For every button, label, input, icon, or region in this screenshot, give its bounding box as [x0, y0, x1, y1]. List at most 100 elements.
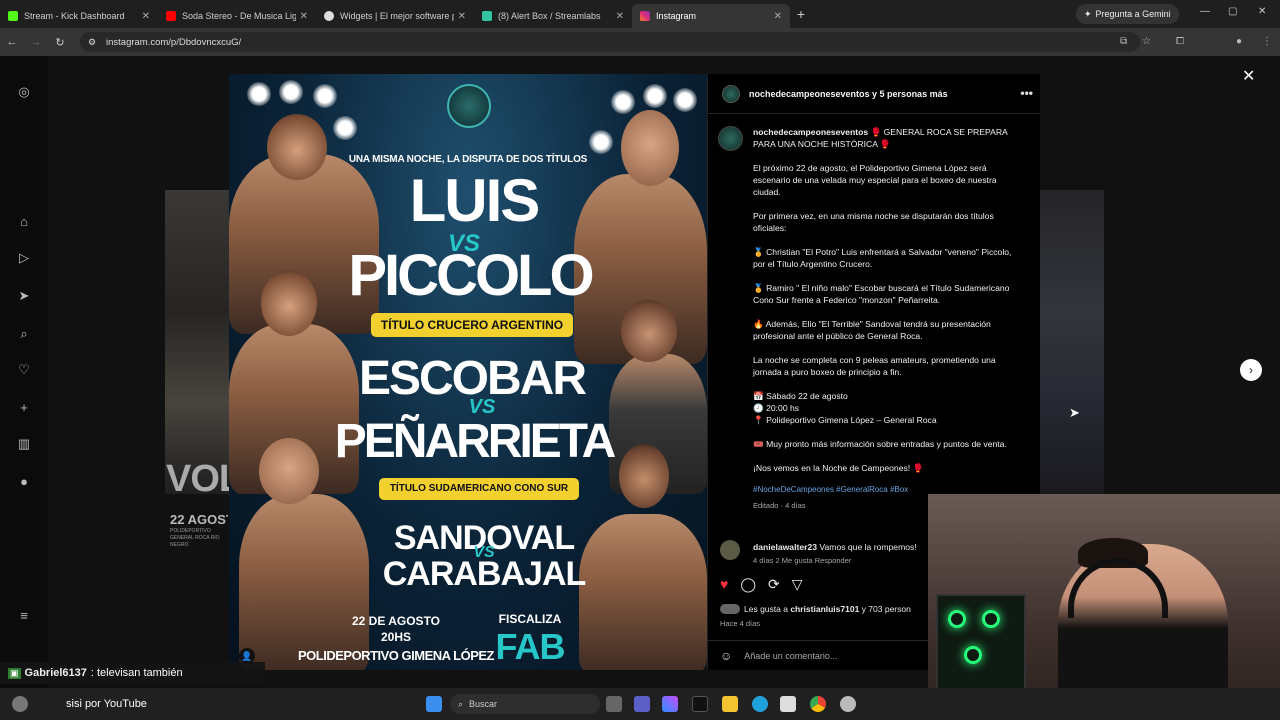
event-logo: [447, 84, 491, 128]
file-explorer-icon[interactable]: [722, 696, 738, 712]
menu-dots-icon[interactable]: ⋮: [1262, 36, 1272, 47]
tab-instagram[interactable]: Instagram ✕: [632, 4, 790, 28]
site-info-icon: ⚙: [88, 36, 97, 47]
instagram-logo-icon[interactable]: ◎: [16, 84, 32, 100]
repost-icon[interactable]: ⟳: [768, 576, 780, 593]
caption-time: 🕗 20:00 hs: [753, 403, 800, 413]
home-icon[interactable]: ⌂: [16, 214, 32, 230]
poster-fighter-carabajal: CARABAJAL: [382, 555, 587, 593]
tiktok-icon[interactable]: [692, 696, 708, 712]
background-post-image-right: [1040, 190, 1104, 494]
profile-icon[interactable]: ●: [16, 474, 32, 490]
caption-p6: La noche se completa con 9 peleas amateu…: [753, 355, 996, 377]
taskbar-search[interactable]: ⌕ Buscar: [450, 694, 600, 714]
window-close-icon[interactable]: ✕: [1258, 6, 1266, 17]
chrome-icon[interactable]: [810, 696, 826, 712]
tab-widgets[interactable]: Widgets | El mejor software pa ✕: [316, 4, 474, 28]
comment-icon[interactable]: ◯: [740, 576, 756, 593]
new-tab-button[interactable]: +: [790, 6, 812, 22]
search-icon[interactable]: ⌕: [16, 326, 32, 342]
stream-chat-message: ▣ Gabriel6137: televisan también: [0, 662, 265, 684]
mouse-cursor: ➤: [1069, 405, 1080, 420]
url-input[interactable]: ⚙ instagram.com/p/DbdovncxcuG/: [80, 32, 1140, 52]
tab-streamlabs[interactable]: (8) Alert Box / Streamlabs ✕: [474, 4, 632, 28]
poster-fiscaliza: FISCALIZA: [498, 612, 562, 626]
weather-icon[interactable]: [12, 696, 28, 712]
tab-youtube[interactable]: Soda Stereo - De Musica Ligera✕: [158, 4, 316, 28]
back-icon[interactable]: ←: [0, 36, 24, 48]
teams-icon[interactable]: [634, 696, 650, 712]
poster-fighter-luis: LUIS: [409, 167, 541, 234]
extensions-icon[interactable]: ⧠: [1176, 36, 1184, 47]
app-icon[interactable]: [840, 696, 856, 712]
caption-author[interactable]: nochedecampeoneseventos: [753, 127, 868, 137]
comment-meta[interactable]: 4 días 2 Me gusta Responder: [753, 556, 953, 565]
streamlabs-icon: [482, 11, 492, 21]
emoji-icon[interactable]: ☺: [720, 649, 732, 663]
caption-p3: 🏅 Christian "El Potro" Luis enfrentará a…: [753, 247, 1012, 269]
copilot-icon[interactable]: [662, 696, 678, 712]
more-menu-icon[interactable]: ≡: [16, 608, 32, 624]
more-options-icon[interactable]: •••: [1020, 86, 1033, 100]
close-tab-icon[interactable]: ✕: [616, 11, 624, 22]
close-modal-icon[interactable]: ✕: [1242, 66, 1255, 86]
close-tab-icon[interactable]: ✕: [774, 11, 782, 22]
store-icon[interactable]: [780, 696, 796, 712]
windows-start-icon[interactable]: [426, 696, 442, 712]
poster-fighter-piccolo: PICCOLO: [348, 243, 594, 308]
likes-summary[interactable]: Les gusta a christianluis7101 y 703 pers…: [720, 604, 911, 614]
maximize-icon[interactable]: ▢: [1228, 6, 1237, 17]
post-caption: nochedecampeoneseventos 🥊 GENERAL ROCA S…: [753, 126, 1021, 512]
cast-icon[interactable]: ⧉: [1120, 36, 1127, 47]
tab-kick[interactable]: Stream - Kick Dashboard ✕: [0, 4, 158, 28]
post-image[interactable]: UNA MISMA NOCHE, LA DISPUTA DE DOS TÍTUL…: [229, 74, 707, 670]
youtube-icon: [166, 11, 176, 21]
reels-icon[interactable]: ▷: [16, 250, 32, 266]
caption-author-avatar[interactable]: [718, 126, 743, 151]
reload-icon[interactable]: ↻: [48, 36, 72, 49]
task-view-icon[interactable]: [606, 696, 622, 712]
stage-light: [247, 82, 271, 106]
comment: danielawalter23 Vamos que la rompemos! 4…: [753, 542, 953, 565]
caption-p5: 🔥 Además, Elio "El Terrible" Sandoval te…: [753, 319, 991, 341]
poster-fab-logo: FAB: [495, 626, 566, 667]
poster-fighter-penarrieta: PEÑARRIETA: [334, 415, 616, 468]
post-timestamp: Hace 4 días: [720, 619, 761, 628]
forward-icon[interactable]: →: [24, 36, 48, 48]
comment-user[interactable]: danielawalter23: [753, 542, 817, 552]
minimize-icon[interactable]: —: [1200, 6, 1210, 17]
messages-icon[interactable]: ➤: [16, 288, 32, 304]
close-tab-icon[interactable]: ✕: [300, 11, 308, 22]
edge-icon[interactable]: [752, 696, 768, 712]
caption-place: 📍 Polideportivo Gimena López – General R…: [753, 415, 937, 425]
close-tab-icon[interactable]: ✕: [142, 11, 150, 22]
caption-p2: Por primera vez, en una misma noche se d…: [753, 211, 994, 233]
dashboard-icon[interactable]: ▥: [16, 436, 32, 452]
webcam-overlay: [928, 494, 1280, 720]
profile-avatar[interactable]: ●: [1236, 36, 1242, 47]
likers-avatars: [720, 604, 740, 614]
next-post-chevron-icon[interactable]: ›: [1240, 359, 1262, 381]
poster-subtitle: UNA MISMA NOCHE, LA DISPUTA DE DOS TÍTUL…: [348, 154, 588, 165]
caption-p4: 🏅 Ramiro " El niño malo" Escobar buscará…: [753, 283, 1010, 305]
chat-user-icon: ▣: [8, 667, 21, 679]
background-poster-date: 22 AGOSTO: [170, 512, 228, 527]
share-icon[interactable]: ▽: [792, 576, 803, 593]
fighter-penarrieta-head: [621, 300, 677, 362]
commenter-avatar[interactable]: [720, 540, 740, 560]
caption-p7: 🎟️ Muy pronto más información sobre entr…: [753, 439, 1007, 449]
stage-light: [333, 116, 357, 140]
background-poster-venue: POLIDEPORTIVO GENERAL ROCA RIO NEGRO: [170, 528, 220, 548]
gemini-button[interactable]: ✦ Pregunta a Gemini: [1076, 4, 1179, 24]
post-header-authors[interactable]: nochedecampeoneseventos y 5 personas más: [749, 89, 948, 99]
like-heart-icon[interactable]: ♥: [720, 576, 728, 593]
notifications-heart-icon[interactable]: ♡: [16, 362, 32, 378]
post-header: nochedecampeoneseventos y 5 personas más…: [708, 74, 1041, 114]
close-tab-icon[interactable]: ✕: [458, 11, 466, 22]
create-icon[interactable]: +: [16, 400, 32, 416]
instagram-icon: [640, 11, 650, 21]
author-avatar[interactable]: [722, 84, 740, 103]
bookmark-star-icon[interactable]: ☆: [1142, 36, 1151, 47]
poster-title-crucero: TÍTULO CRUCERO ARGENTINO: [371, 313, 573, 337]
post-actions: ♥ ◯ ⟳ ▽: [720, 576, 803, 593]
